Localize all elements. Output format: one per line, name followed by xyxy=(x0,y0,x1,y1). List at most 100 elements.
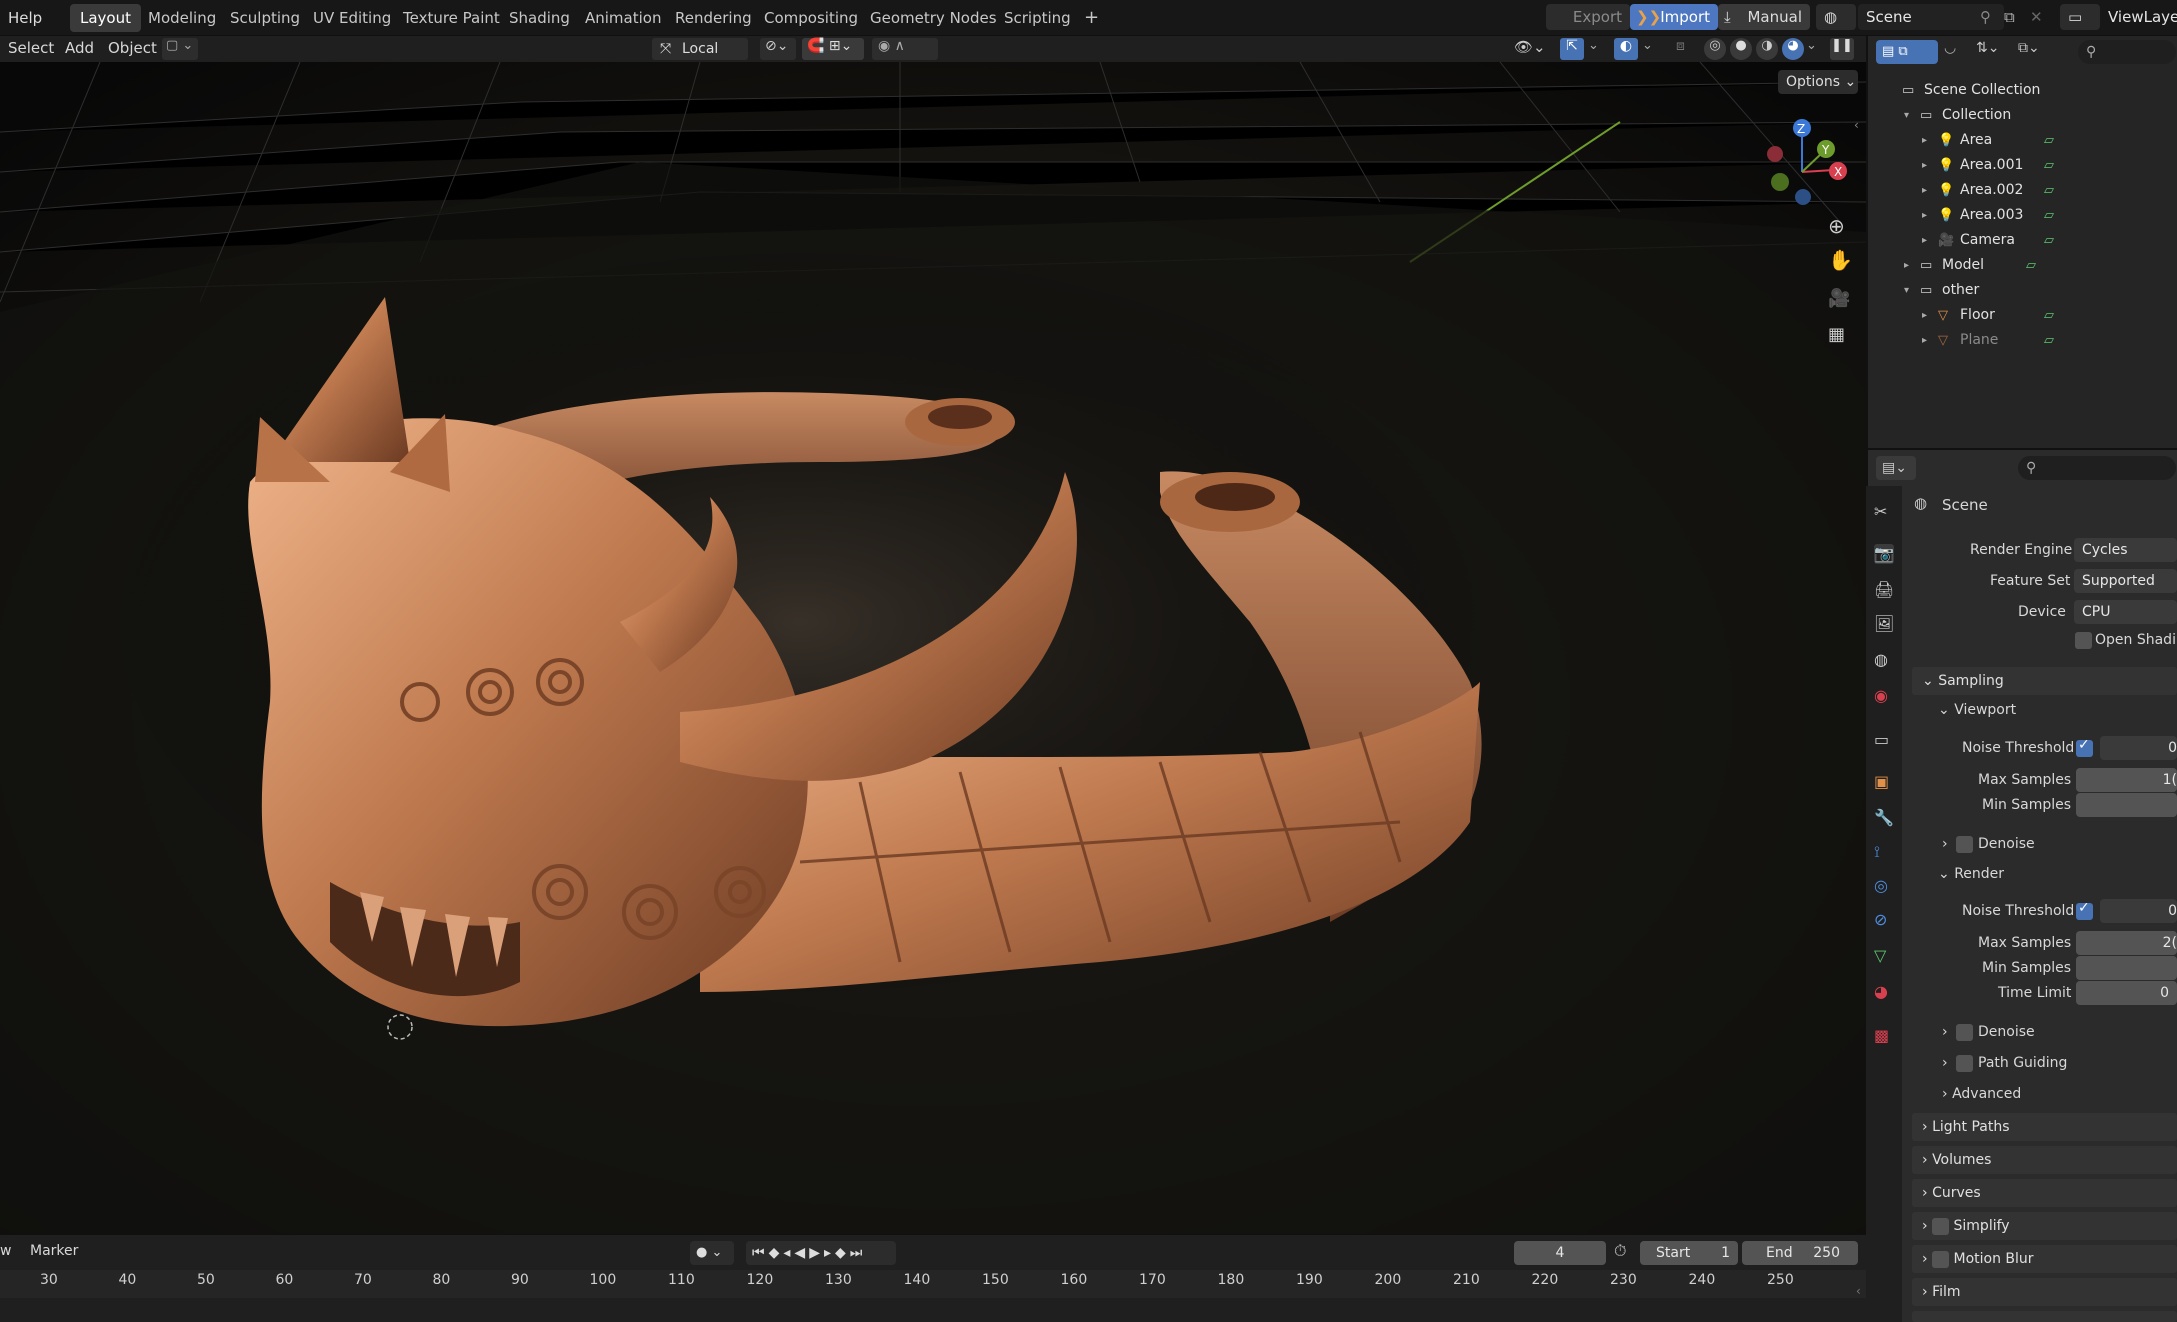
collapsed-arrow-icon[interactable]: ▸ xyxy=(1904,253,1909,278)
camera-view-icon[interactable]: 🎥 xyxy=(1828,288,1850,309)
camera-data-icon[interactable]: ▱ xyxy=(2044,228,2054,253)
import-button[interactable]: ❯❯ Import xyxy=(1630,4,1718,30)
select-menu[interactable]: Select xyxy=(8,39,54,57)
outliner-row[interactable]: ▸ 💡 Area.002 ▱ xyxy=(1868,178,2177,203)
next-keyframe-icon[interactable]: ▸◆ xyxy=(824,1245,850,1261)
min-samples-field[interactable] xyxy=(2076,793,2177,817)
visibility-icon[interactable]: 👁⌄ xyxy=(1514,38,1558,60)
collapsed-arrow-icon[interactable]: ▸ xyxy=(1922,303,1927,328)
collapsed-arrow-icon[interactable]: ▸ xyxy=(1922,228,1927,253)
mesh-data-icon[interactable]: ▱ xyxy=(2044,328,2054,353)
outliner-row[interactable]: ▸ ▽ Plane ▱ xyxy=(1868,328,2177,353)
min-samples-render-field[interactable] xyxy=(2076,956,2177,980)
xray-icon[interactable]: ⧈ xyxy=(1676,38,1696,54)
start-frame-field[interactable]: Start 1 xyxy=(1640,1241,1738,1265)
sort-icon[interactable]: ⇅⌄ xyxy=(1976,40,2012,56)
scene-selector-icon[interactable]: ◍ xyxy=(1816,4,1856,30)
render-tab-icon[interactable]: 📷 xyxy=(1874,544,1894,564)
tab-rendering[interactable]: Rendering xyxy=(665,4,762,32)
tab-animation[interactable]: Animation xyxy=(575,4,671,32)
outliner-row[interactable]: ▸ 💡 Area ▱ xyxy=(1868,128,2177,153)
outliner-row[interactable]: ▸ ▽ Floor ▱ xyxy=(1868,303,2177,328)
gizmo-dropdown-icon[interactable]: ⌄ xyxy=(1588,38,1600,53)
denoise-viewport-checkbox[interactable] xyxy=(1956,836,1973,853)
collapsed-arrow-icon[interactable]: ▸ xyxy=(1922,203,1927,228)
perspective-grid-icon[interactable]: ▦ xyxy=(1828,324,1845,345)
light-data-icon[interactable]: ▱ xyxy=(2044,128,2054,153)
gizmo-toggle-icon[interactable]: ⇱ xyxy=(1560,38,1584,60)
noise-threshold-render-checkbox[interactable] xyxy=(2076,900,2093,920)
marker-menu[interactable]: Marker xyxy=(30,1243,78,1259)
simplify-checkbox[interactable] xyxy=(1932,1217,1950,1235)
end-frame-field[interactable]: End 250 xyxy=(1742,1241,1858,1265)
light-data-icon[interactable]: ▱ xyxy=(2044,178,2054,203)
outliner-row[interactable]: ▾ ▭ other xyxy=(1868,278,2177,303)
scene-tab-icon[interactable]: ◍ xyxy=(1874,650,1894,670)
noise-threshold-field[interactable]: 0 xyxy=(2100,736,2177,760)
outliner-row[interactable]: ▸ 💡 Area.003 ▱ xyxy=(1868,203,2177,228)
device-dropdown[interactable]: CPU xyxy=(2074,600,2177,624)
outliner-row[interactable]: ▾ ▭ Collection xyxy=(1868,103,2177,128)
expand-arrow-icon[interactable]: ▾ xyxy=(1904,278,1909,303)
collapsed-arrow-icon[interactable]: ▸ xyxy=(1922,328,1927,353)
new-collection-icon[interactable]: ⧉⌄ xyxy=(2018,40,2054,56)
light-paths-panel[interactable]: › Light Paths xyxy=(1912,1113,2177,1141)
object-tab-icon[interactable]: ▣ xyxy=(1874,772,1894,792)
prev-keyframe-icon[interactable]: ◆◂ xyxy=(769,1245,795,1261)
editor-type-icon[interactable]: ▤⌄ xyxy=(1876,456,1916,480)
noise-threshold-checkbox[interactable] xyxy=(2076,737,2093,757)
view-menu[interactable]: w xyxy=(0,1243,11,1259)
manual-button[interactable]: ⤓ Manual xyxy=(1718,4,1810,30)
tab-texture-paint[interactable]: Texture Paint xyxy=(393,4,510,32)
mesh-data-icon[interactable]: ▱ xyxy=(2044,303,2054,328)
max-samples-field[interactable]: 1( xyxy=(2076,768,2177,792)
volumes-panel[interactable]: › Volumes xyxy=(1912,1146,2177,1174)
add-menu[interactable]: Add xyxy=(65,39,94,57)
collapsed-arrow-icon[interactable]: ▸ xyxy=(1922,153,1927,178)
noise-threshold-render-field[interactable]: 0 xyxy=(2100,899,2177,923)
constraints-tab-icon[interactable]: ⊘ xyxy=(1874,910,1894,930)
help-menu[interactable]: Help xyxy=(8,0,42,36)
tab-scripting[interactable]: Scripting xyxy=(994,4,1081,32)
material-shading-icon[interactable]: ◑ xyxy=(1756,38,1778,60)
options-dropdown[interactable]: Options ⌄ xyxy=(1778,70,1858,94)
render-engine-dropdown[interactable]: Cycles xyxy=(2074,538,2177,562)
motion-blur-checkbox[interactable] xyxy=(1932,1250,1950,1268)
snap-icon[interactable]: 🧲 ⊞⌄ xyxy=(802,38,864,60)
stopwatch-icon[interactable]: ⏱ xyxy=(1614,1241,1636,1261)
object-menu[interactable]: Object xyxy=(108,39,157,57)
path-guiding-checkbox[interactable] xyxy=(1956,1055,1973,1072)
output-tab-icon[interactable]: 🖨 xyxy=(1874,580,1894,600)
tool-tab-icon[interactable]: ✂ xyxy=(1874,502,1894,522)
open-shading-checkbox[interactable] xyxy=(2075,632,2092,649)
overlay-dropdown-icon[interactable]: ⌄ xyxy=(1642,38,1654,53)
motion-blur-panel[interactable]: › Motion Blur xyxy=(1912,1245,2177,1273)
collapsed-arrow-icon[interactable]: ▸ xyxy=(1922,178,1927,203)
display-mode-icon[interactable]: ▤ ⧉ xyxy=(1876,40,1938,64)
zoom-icon[interactable]: ⊕ xyxy=(1828,214,1845,238)
object-mode-icon[interactable]: ▢ ⌄ xyxy=(162,38,198,60)
viewport-subpanel[interactable]: ⌄ Viewport xyxy=(1938,702,2016,718)
physics-tab-icon[interactable]: ◎ xyxy=(1874,876,1894,896)
path-guiding-row[interactable]: › xyxy=(1942,1055,1948,1071)
modifier-tab-icon[interactable]: 🔧 xyxy=(1874,808,1894,828)
tab-shading[interactable]: Shading xyxy=(499,4,580,32)
shading-dropdown-icon[interactable]: ⌄ xyxy=(1806,38,1820,53)
expand-arrow-icon[interactable]: ▾ xyxy=(1904,103,1909,128)
texture-tab-icon[interactable]: ▩ xyxy=(1874,1026,1894,1046)
tab-sculpting[interactable]: Sculpting xyxy=(220,4,310,32)
denoise-viewport-row[interactable]: › xyxy=(1942,836,1948,852)
tab-compositing[interactable]: Compositing xyxy=(754,4,868,32)
properties-search-input[interactable]: ⚲ xyxy=(2018,456,2176,480)
viewlayer-name-field[interactable]: ViewLayer xyxy=(2100,4,2177,30)
outliner-row[interactable]: ▭ Scene Collection xyxy=(1868,78,2177,103)
new-scene-icon[interactable]: ⧉ xyxy=(2004,4,2026,30)
denoise-render-checkbox[interactable] xyxy=(1956,1024,1973,1041)
play-icon[interactable]: ▶ xyxy=(809,1245,824,1261)
pivot-icon[interactable]: ⊘⌄ xyxy=(760,38,796,60)
solid-shading-icon[interactable]: ● xyxy=(1730,38,1752,60)
render-subpanel[interactable]: ⌄ Render xyxy=(1938,866,2004,882)
light-data-icon[interactable]: ▱ xyxy=(2044,153,2054,178)
jump-end-icon[interactable]: ⏭ xyxy=(850,1245,867,1261)
navigation-gizmo[interactable]: Z X Y xyxy=(1750,112,1860,222)
